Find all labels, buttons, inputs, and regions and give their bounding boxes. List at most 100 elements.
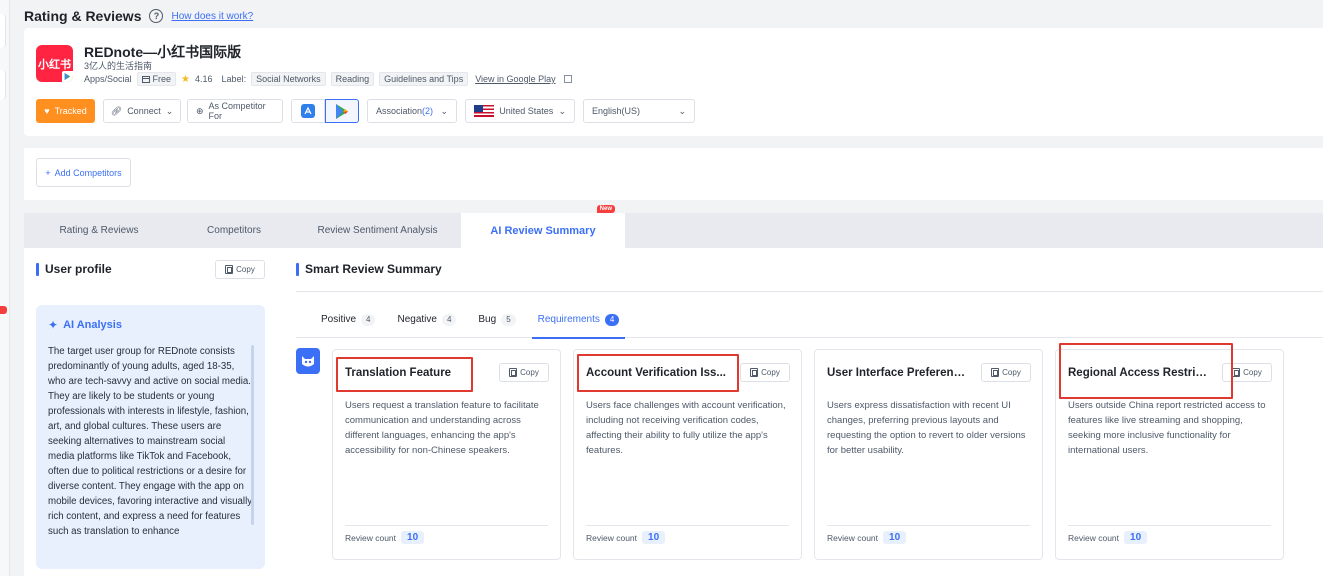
copy-icon bbox=[509, 368, 518, 377]
external-link-icon[interactable] bbox=[563, 75, 572, 83]
google-play-link[interactable]: View in Google Play bbox=[475, 74, 555, 84]
country-label: United States bbox=[499, 106, 554, 116]
sub-tab-count: 5 bbox=[501, 314, 516, 326]
country-dropdown[interactable]: United States ⌄ bbox=[465, 99, 575, 123]
price-tag: Free bbox=[136, 72, 177, 86]
tab-ai-review-summary[interactable]: AI Review Summary New bbox=[461, 205, 625, 248]
sub-tab-negative[interactable]: Negative 4 bbox=[397, 310, 457, 338]
ai-analysis-box: ✦ AI Analysis The target user group for … bbox=[36, 305, 265, 569]
app-icon: 小红书 bbox=[36, 45, 73, 82]
sub-tab-count: 4 bbox=[441, 314, 457, 326]
label-tag[interactable]: Guidelines and Tips bbox=[379, 72, 469, 86]
copy-button[interactable]: Copy bbox=[981, 363, 1031, 382]
app-category: Apps/Social bbox=[84, 74, 132, 84]
user-profile-title: User profile bbox=[36, 262, 112, 276]
sparkle-icon: ✦ bbox=[48, 318, 59, 332]
user-profile-title-text: User profile bbox=[45, 262, 112, 276]
app-store-button[interactable] bbox=[291, 99, 325, 123]
divider bbox=[345, 525, 548, 526]
ai-analysis-title: AI Analysis bbox=[63, 319, 122, 331]
sub-tab-label: Negative bbox=[397, 314, 437, 325]
review-count-value[interactable]: 10 bbox=[642, 531, 666, 544]
link-icon: 🔗︎ bbox=[110, 105, 123, 116]
app-store-icon bbox=[301, 104, 315, 118]
card-description: Users face challenges with account verif… bbox=[586, 400, 786, 456]
review-count-value[interactable]: 10 bbox=[401, 531, 425, 544]
card-footer: Review count 10 bbox=[586, 531, 666, 544]
label-tag[interactable]: Reading bbox=[330, 72, 375, 86]
card-footer: Review count 10 bbox=[1068, 531, 1148, 544]
copy-icon bbox=[225, 265, 234, 274]
tab-ai-review-summary-label: AI Review Summary bbox=[490, 224, 596, 237]
app-slogan: 3亿人的生活指南 bbox=[84, 61, 153, 71]
star-icon: ★ bbox=[181, 73, 191, 85]
summary-card: Regional Access Restric... Copy Users ou… bbox=[1055, 349, 1284, 560]
sub-tab-positive[interactable]: Positive 4 bbox=[321, 310, 376, 338]
divider bbox=[296, 291, 1323, 292]
smart-summary-title-text: Smart Review Summary bbox=[305, 262, 442, 276]
tab-rating-reviews[interactable]: Rating & Reviews bbox=[24, 213, 174, 248]
left-rail bbox=[0, 0, 10, 576]
card-title: Regional Access Restric... bbox=[1068, 367, 1208, 379]
summary-sub-tabs: Positive 4 Negative 4 Bug 5 Requirements… bbox=[296, 310, 1323, 339]
review-count-label: Review count bbox=[586, 532, 638, 543]
bot-icon bbox=[296, 348, 320, 374]
summary-card: Translation Feature Copy Users request a… bbox=[332, 349, 561, 560]
toolbar: ♥ Tracked 🔗︎ Connect ⌄ ⊕ As Competitor F… bbox=[36, 99, 695, 123]
google-play-button[interactable] bbox=[325, 99, 359, 123]
copy-button[interactable]: Copy bbox=[499, 363, 549, 382]
tab-competitors[interactable]: Competitors bbox=[174, 213, 294, 248]
app-card: 小红书 REDnote—小红书国际版 3亿人的生活指南 Apps/Social … bbox=[24, 28, 1323, 136]
rail-tab[interactable] bbox=[0, 70, 6, 100]
summary-card: User Interface Preferenc... Copy Users e… bbox=[814, 349, 1043, 560]
page-title: Rating & Reviews bbox=[24, 8, 142, 24]
help-icon[interactable]: ? bbox=[149, 9, 164, 23]
app-meta: Apps/Social Free ★ 4.16 Label: Social Ne… bbox=[84, 72, 572, 86]
card-title: User Interface Preferenc... bbox=[827, 367, 967, 379]
sub-tab-label: Requirements bbox=[537, 314, 600, 325]
new-badge: New bbox=[596, 205, 615, 213]
divider bbox=[1068, 525, 1271, 526]
chevron-down-icon: ⌄ bbox=[165, 105, 174, 116]
smart-summary-panel: Smart Review Summary Positive 4 Negative… bbox=[296, 248, 1323, 576]
review-count-value[interactable]: 10 bbox=[1124, 531, 1148, 544]
as-competitor-button[interactable]: ⊕ As Competitor For bbox=[187, 99, 283, 123]
add-competitors-label: Add Competitors bbox=[54, 167, 122, 178]
tracked-label: Tracked bbox=[54, 106, 87, 116]
google-play-icon bbox=[62, 71, 73, 82]
tab-review-sentiment[interactable]: Review Sentiment Analysis bbox=[294, 213, 461, 248]
app-icon-text: 小红书 bbox=[38, 58, 71, 71]
copy-button[interactable]: Copy bbox=[740, 363, 790, 382]
review-count-label: Review count bbox=[827, 532, 879, 543]
sub-tab-label: Positive bbox=[321, 314, 357, 325]
card-footer: Review count 10 bbox=[345, 531, 425, 544]
language-label: English(US) bbox=[592, 106, 641, 116]
help-link[interactable]: How does it work? bbox=[171, 11, 253, 22]
main-tabs: Rating & Reviews Competitors Review Sent… bbox=[24, 205, 1323, 248]
rail-tab[interactable] bbox=[0, 14, 6, 48]
sub-tab-requirements[interactable]: Requirements 4 bbox=[531, 310, 626, 339]
review-count-value[interactable]: 10 bbox=[883, 531, 907, 544]
scrollbar[interactable] bbox=[251, 345, 254, 525]
app-rating: 4.16 bbox=[195, 74, 213, 84]
label-tag[interactable]: Social Networks bbox=[251, 72, 326, 86]
copy-button[interactable]: Copy bbox=[215, 260, 265, 279]
association-dropdown[interactable]: Association(2) ⌄ bbox=[367, 99, 457, 123]
us-flag-icon bbox=[474, 105, 494, 117]
sub-tab-count: 4 bbox=[604, 314, 620, 326]
connect-button[interactable]: 🔗︎ Connect ⌄ bbox=[103, 99, 181, 123]
copy-button[interactable]: Copy bbox=[1222, 363, 1272, 382]
language-dropdown[interactable]: English(US) ⌄ bbox=[583, 99, 695, 123]
sub-tab-bug[interactable]: Bug 5 bbox=[478, 310, 516, 338]
card-description: Users request a translation feature to f… bbox=[345, 400, 539, 456]
card-footer: Review count 10 bbox=[827, 531, 907, 544]
association-count: (2) bbox=[422, 106, 434, 116]
add-competitors-button[interactable]: + Add Competitors bbox=[36, 158, 131, 187]
tracked-button[interactable]: ♥ Tracked bbox=[36, 99, 95, 123]
card-title: Account Verification Iss... bbox=[586, 367, 726, 379]
sub-tab-label: Bug bbox=[478, 314, 497, 325]
copy-label: Copy bbox=[761, 368, 780, 377]
rail-badge bbox=[0, 306, 7, 314]
divider bbox=[586, 525, 789, 526]
heart-icon: ♥ bbox=[44, 106, 50, 116]
